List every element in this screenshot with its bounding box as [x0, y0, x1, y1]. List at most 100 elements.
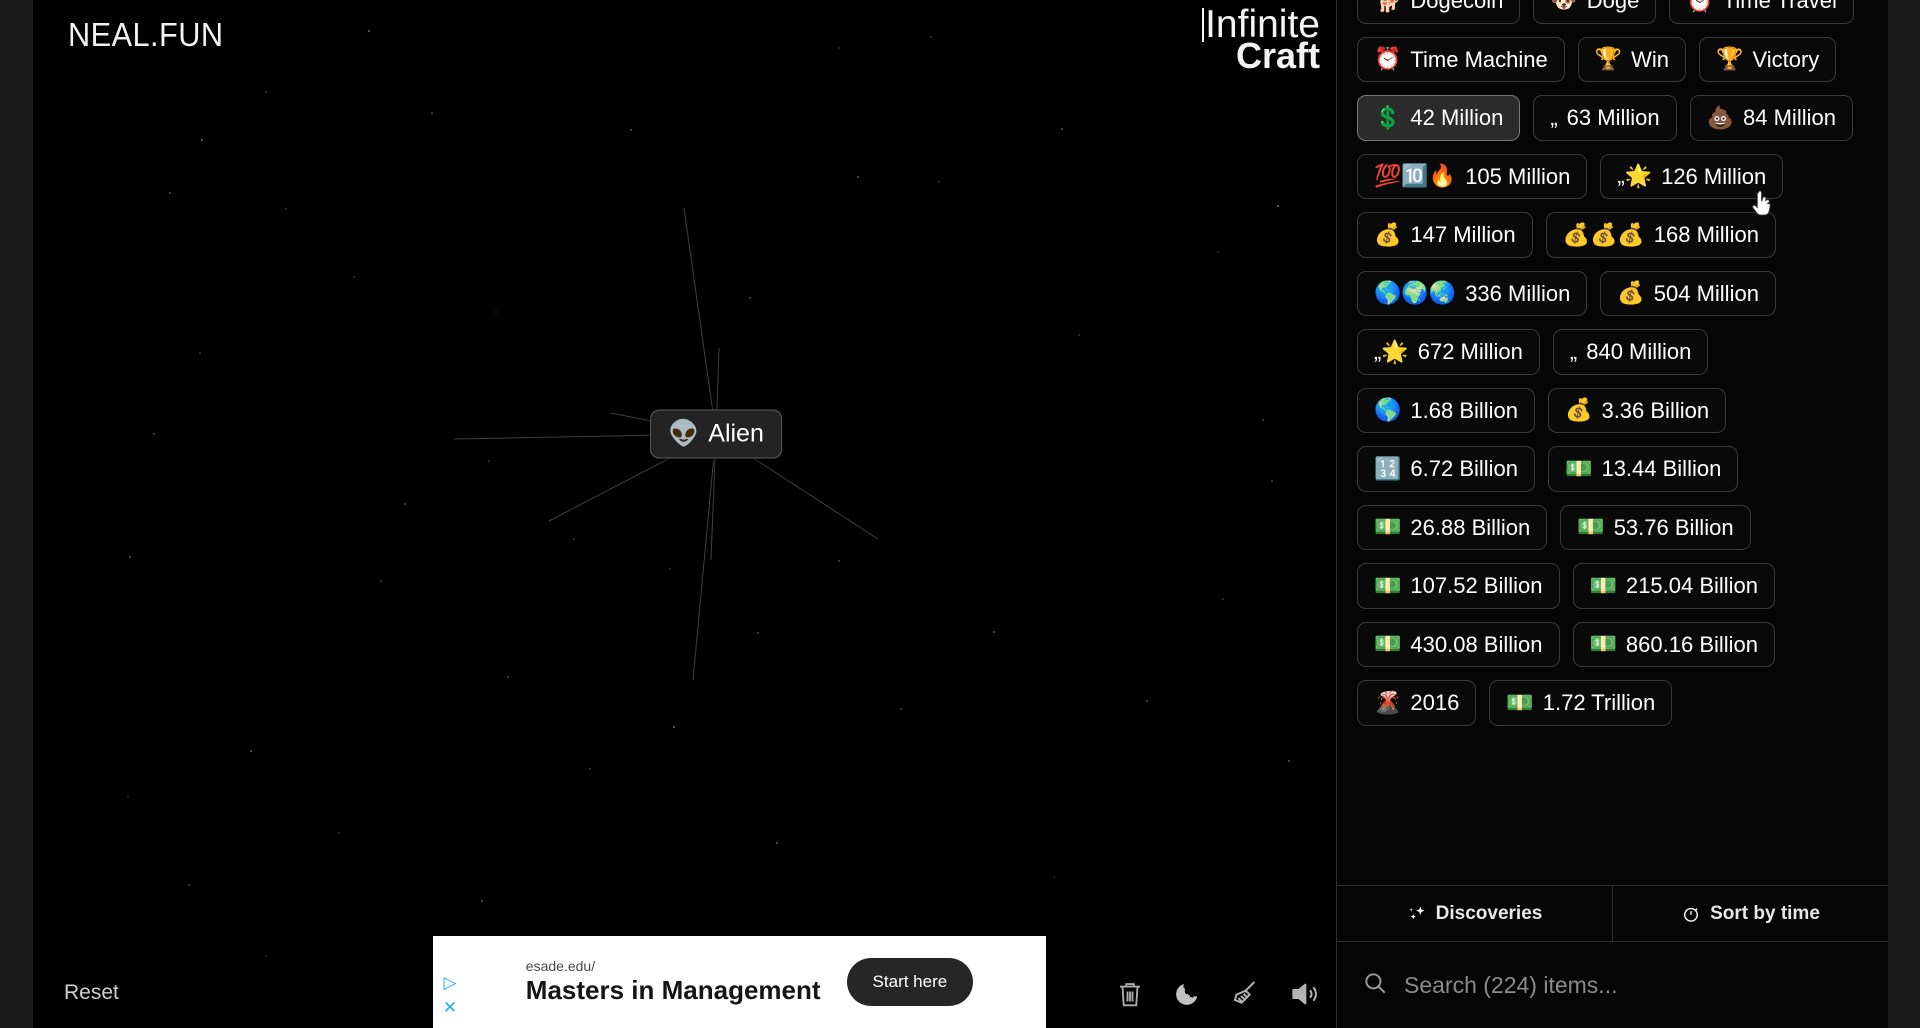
ad-cta-button[interactable]: Start here [846, 958, 974, 1006]
browser-viewport: NEAL.FUN Infinite Craft 👽 Alien Reset ▷ … [33, 0, 1888, 1028]
element-item-label: 215.04 Billion [1625, 573, 1759, 598]
element-item[interactable]: 💵 215.04 Billion [1572, 563, 1776, 609]
element-item[interactable]: 💰 147 Million [1357, 212, 1533, 258]
element-item[interactable]: 💵 13.44 Billion [1548, 446, 1739, 492]
element-item-label: 1.68 Billion [1410, 397, 1519, 423]
element-item[interactable]: ⏰ Time Travel [1669, 0, 1854, 24]
tab-sort-by-time-label: Sort by time [1710, 902, 1820, 924]
element-item[interactable]: „ 840 Million [1552, 329, 1709, 375]
element-item-emoji: 💵 [1374, 631, 1402, 657]
element-item[interactable]: 💵 860.16 Billion [1572, 621, 1776, 667]
connection-lines [453, 207, 879, 681]
ad-text-block: esade.edu/ Masters in Management [526, 958, 821, 1006]
element-item-emoji: 💵 [1589, 572, 1617, 598]
element-item-label: Time Machine [1410, 46, 1548, 72]
element-item[interactable]: „🌟 126 Million [1600, 153, 1784, 199]
element-item-label: 105 Million [1465, 163, 1571, 189]
element-item[interactable]: 🏆 Win [1577, 36, 1687, 82]
element-item-emoji: 💰 [1374, 221, 1402, 247]
element-item[interactable]: 🌎 1.68 Billion [1357, 387, 1536, 433]
element-item-emoji: ⏰ [1374, 46, 1402, 72]
element-item[interactable]: 💰 504 Million [1600, 270, 1776, 316]
trash-icon[interactable] [1115, 978, 1145, 1010]
sidebar-tabs: Discoveries Sort by time [1337, 885, 1888, 942]
element-item[interactable]: 🌎🌍🌏 336 Million [1357, 270, 1588, 316]
element-item[interactable]: 💰 3.36 Billion [1548, 387, 1727, 433]
element-item-label: 13.44 Billion [1601, 456, 1722, 481]
element-item-label: 107.52 Billion [1410, 573, 1543, 598]
advertisement-banner[interactable]: ▷ ✕ esade.edu/ Masters in Management Sta… [433, 936, 1046, 1028]
element-item-emoji: 🌎 [1374, 397, 1402, 423]
element-item[interactable]: 🐶 Doge [1533, 0, 1657, 24]
element-item[interactable]: 🌋 2016 [1357, 680, 1477, 726]
element-item[interactable]: 💩 84 Million [1689, 95, 1853, 141]
close-x-icon[interactable]: ✕ [443, 999, 457, 1016]
element-item-label: 6.72 Billion [1410, 456, 1519, 481]
ad-display-url: esade.edu/ [525, 958, 596, 974]
element-item-emoji: 💯🔟🔥 [1374, 163, 1457, 189]
element-item[interactable]: ⏰ Time Machine [1357, 36, 1565, 82]
element-item-emoji: 🌎🌍🌏 [1374, 280, 1457, 306]
element-item-label: 336 Million [1465, 280, 1571, 306]
element-item-emoji: 💩 [1706, 104, 1735, 130]
element-item-emoji: 💵 [1565, 455, 1593, 481]
element-item-label: Win [1631, 46, 1670, 72]
broom-icon[interactable] [1229, 978, 1261, 1010]
element-item-emoji: 💰💰💰 [1562, 221, 1645, 247]
element-item-label: 3.36 Billion [1601, 397, 1710, 423]
element-item-emoji: 💵 [1577, 514, 1605, 540]
crafting-canvas[interactable]: NEAL.FUN Infinite Craft 👽 Alien Reset ▷ … [33, 0, 1336, 1028]
element-node-alien[interactable]: 👽 Alien [650, 409, 782, 459]
element-item-label: 26.88 Billion [1410, 514, 1531, 540]
element-item-label: 147 Million [1410, 222, 1516, 247]
element-item-emoji: 💵 [1589, 631, 1617, 657]
element-item-label: 53.76 Billion [1613, 514, 1734, 540]
element-item[interactable]: 🏆 Victory [1699, 36, 1837, 82]
ad-controls: ▷ ✕ [433, 936, 467, 1028]
search-icon [1362, 970, 1388, 1001]
element-item-emoji: 🔢 [1374, 455, 1402, 481]
element-item-label: 126 Million [1661, 163, 1767, 189]
element-item[interactable]: 💵 430.08 Billion [1357, 621, 1560, 667]
element-item-emoji: „🌟 [1617, 163, 1653, 189]
search-input[interactable] [1404, 971, 1863, 999]
element-item[interactable]: 💵 26.88 Billion [1357, 504, 1548, 550]
elements-list: 🐕 Dogecoin 🐶 Doge ⏰ Time Travel ⏰ Time Machine 🏆… [1357, 0, 1868, 726]
element-item[interactable]: 💲 42 Million [1357, 95, 1521, 141]
element-item-emoji: ⏰ [1686, 0, 1714, 13]
element-item-emoji: 💵 [1506, 689, 1534, 715]
element-item[interactable]: 💵 107.52 Billion [1357, 563, 1560, 609]
element-item-label: 1.72 Trillion [1542, 690, 1656, 715]
element-item[interactable]: „🌟 672 Million [1357, 329, 1540, 375]
element-item-label: Victory [1752, 46, 1820, 72]
element-item-emoji: 💵 [1374, 572, 1402, 598]
tab-sort-by-time[interactable]: Sort by time [1612, 886, 1888, 941]
elements-sidebar: 🐕 Dogecoin 🐶 Doge ⏰ Time Travel ⏰ Time Machine 🏆… [1336, 0, 1888, 1028]
element-item-label: 168 Million [1653, 222, 1759, 247]
elements-list-scroll[interactable]: 🐕 Dogecoin 🐶 Doge ⏰ Time Travel ⏰ Time Machine 🏆… [1337, 0, 1888, 885]
sparkles-icon [1407, 904, 1427, 924]
element-item-emoji: 💰 [1565, 397, 1593, 423]
element-item[interactable]: 💵 1.72 Trillion [1489, 680, 1673, 726]
search-bar [1337, 942, 1888, 1028]
element-item-label: 2016 [1410, 690, 1460, 715]
element-item-emoji: „ [1569, 338, 1578, 364]
ad-headline: Masters in Management [525, 975, 821, 1005]
element-item-emoji: „ [1550, 104, 1558, 130]
element-item[interactable]: „ 63 Million [1533, 95, 1677, 141]
element-node-label: Alien [708, 419, 764, 448]
moon-icon[interactable] [1172, 978, 1202, 1010]
element-item[interactable]: 🔢 6.72 Billion [1357, 446, 1536, 492]
element-item-label: 84 Million [1743, 105, 1836, 130]
element-item[interactable]: 💰💰💰 168 Million [1545, 212, 1776, 258]
element-item-label: Time Travel [1722, 0, 1837, 13]
speaker-icon[interactable] [1288, 978, 1320, 1010]
element-item[interactable]: 🐕 Dogecoin [1357, 0, 1521, 24]
element-item-emoji: 🐕 [1374, 0, 1402, 13]
element-item-emoji: 🌋 [1374, 689, 1402, 715]
tab-discoveries[interactable]: Discoveries [1337, 886, 1612, 941]
element-item[interactable]: 💯🔟🔥 105 Million [1357, 153, 1588, 199]
adchoices-triangle-icon[interactable]: ▷ [443, 974, 456, 991]
element-item[interactable]: 💵 53.76 Billion [1560, 504, 1751, 550]
reset-button[interactable]: Reset [64, 981, 119, 1005]
